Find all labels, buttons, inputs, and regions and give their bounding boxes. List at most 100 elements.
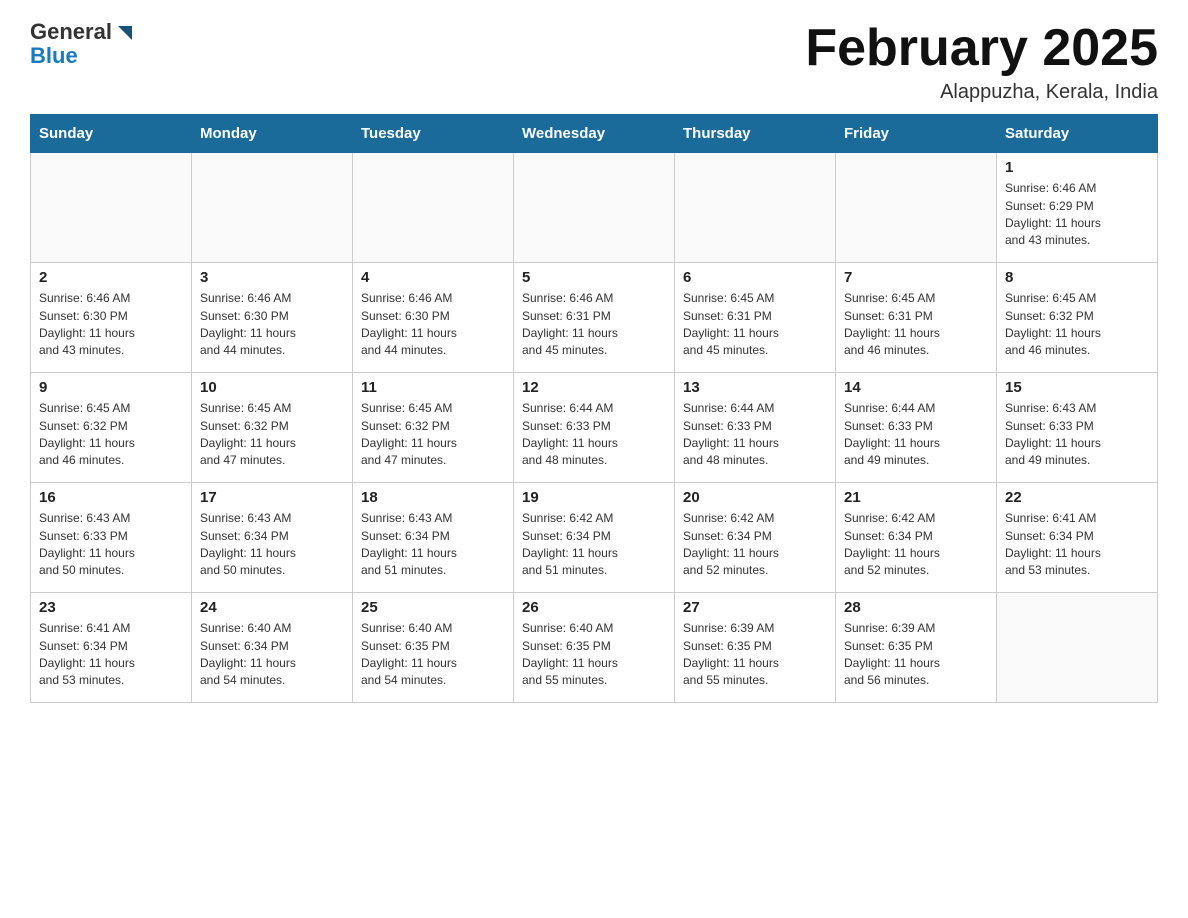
calendar-day-cell <box>514 153 675 263</box>
day-number: 27 <box>683 599 827 616</box>
day-info: Sunrise: 6:44 AM Sunset: 6:33 PM Dayligh… <box>683 400 827 470</box>
calendar-day-cell <box>353 153 514 263</box>
day-of-week-header: Saturday <box>997 115 1158 153</box>
day-info: Sunrise: 6:45 AM Sunset: 6:32 PM Dayligh… <box>361 400 505 470</box>
calendar-day-cell: 25 Sunrise: 6:40 AM Sunset: 6:35 PM Dayli… <box>353 593 514 703</box>
day-number: 26 <box>522 599 666 616</box>
calendar-day-cell: 5 Sunrise: 6:46 AM Sunset: 6:31 PM Daylig… <box>514 263 675 373</box>
calendar-day-cell: 21Sunrise: 6:42 AM Sunset: 6:34 PM Dayli… <box>836 483 997 593</box>
calendar-day-cell: 6 Sunrise: 6:45 AM Sunset: 6:31 PM Daylig… <box>675 263 836 373</box>
day-info: Sunrise: 6:46 AM Sunset: 6:30 PM Dayligh… <box>361 290 505 360</box>
calendar-day-cell: 13 Sunrise: 6:44 AM Sunset: 6:33 PM Dayli… <box>675 373 836 483</box>
day-number: 16 <box>39 489 183 506</box>
day-number: 1 <box>1005 159 1149 176</box>
day-number: 20 <box>683 489 827 506</box>
day-info: Sunrise: 6:45 AM Sunset: 6:31 PM Dayligh… <box>683 290 827 360</box>
day-of-week-header: Friday <box>836 115 997 153</box>
calendar-day-cell: 24 Sunrise: 6:40 AM Sunset: 6:34 PM Dayli… <box>192 593 353 703</box>
calendar-table: SundayMondayTuesdayWednesdayThursdayFrid… <box>30 114 1158 703</box>
day-info: Sunrise: 6:43 AM Sunset: 6:33 PM Dayligh… <box>39 510 183 580</box>
calendar-day-cell: 11 Sunrise: 6:45 AM Sunset: 6:32 PM Dayli… <box>353 373 514 483</box>
day-info: Sunrise: 6:39 AM Sunset: 6:35 PM Dayligh… <box>844 620 988 690</box>
day-number: 28 <box>844 599 988 616</box>
calendar-header: SundayMondayTuesdayWednesdayThursdayFrid… <box>31 115 1158 153</box>
calendar-body: 1Sunrise: 6:46 AM Sunset: 6:29 PM Daylig… <box>31 153 1158 703</box>
day-number: 13 <box>683 379 827 396</box>
day-info: Sunrise: 6:45 AM Sunset: 6:32 PM Dayligh… <box>39 400 183 470</box>
day-number: 2 <box>39 269 183 286</box>
calendar-day-cell <box>31 153 192 263</box>
day-number: 22 <box>1005 489 1149 506</box>
calendar-day-cell: 15 Sunrise: 6:43 AM Sunset: 6:33 PM Dayli… <box>997 373 1158 483</box>
calendar-day-cell: 18 Sunrise: 6:43 AM Sunset: 6:34 PM Dayli… <box>353 483 514 593</box>
day-number: 3 <box>200 269 344 286</box>
day-info: Sunrise: 6:43 AM Sunset: 6:33 PM Dayligh… <box>1005 400 1149 470</box>
location-text: Alappuzha, Kerala, India <box>805 81 1158 104</box>
day-number: 6 <box>683 269 827 286</box>
day-number: 8 <box>1005 269 1149 286</box>
calendar-day-cell: 12Sunrise: 6:44 AM Sunset: 6:33 PM Dayli… <box>514 373 675 483</box>
header-row: SundayMondayTuesdayWednesdayThursdayFrid… <box>31 115 1158 153</box>
day-number: 19 <box>522 489 666 506</box>
calendar-day-cell: 16 Sunrise: 6:43 AM Sunset: 6:33 PM Dayli… <box>31 483 192 593</box>
day-info: Sunrise: 6:44 AM Sunset: 6:33 PM Dayligh… <box>522 400 666 470</box>
calendar-day-cell <box>675 153 836 263</box>
page-header: General Blue February 2025 Alappuzha, Ke… <box>30 20 1158 104</box>
day-info: Sunrise: 6:40 AM Sunset: 6:35 PM Dayligh… <box>361 620 505 690</box>
day-number: 10 <box>200 379 344 396</box>
day-number: 11 <box>361 379 505 396</box>
calendar-week-row: 1Sunrise: 6:46 AM Sunset: 6:29 PM Daylig… <box>31 153 1158 263</box>
calendar-day-cell <box>192 153 353 263</box>
calendar-day-cell: 3 Sunrise: 6:46 AM Sunset: 6:30 PM Daylig… <box>192 263 353 373</box>
calendar-day-cell: 27Sunrise: 6:39 AM Sunset: 6:35 PM Dayli… <box>675 593 836 703</box>
day-info: Sunrise: 6:45 AM Sunset: 6:31 PM Dayligh… <box>844 290 988 360</box>
day-info: Sunrise: 6:40 AM Sunset: 6:34 PM Dayligh… <box>200 620 344 690</box>
calendar-day-cell: 17Sunrise: 6:43 AM Sunset: 6:34 PM Dayli… <box>192 483 353 593</box>
day-number: 4 <box>361 269 505 286</box>
logo-arrow-icon <box>114 22 136 44</box>
calendar-day-cell: 28 Sunrise: 6:39 AM Sunset: 6:35 PM Dayli… <box>836 593 997 703</box>
calendar-day-cell: 10 Sunrise: 6:45 AM Sunset: 6:32 PM Dayli… <box>192 373 353 483</box>
day-number: 21 <box>844 489 988 506</box>
day-info: Sunrise: 6:43 AM Sunset: 6:34 PM Dayligh… <box>200 510 344 580</box>
calendar-day-cell: 23 Sunrise: 6:41 AM Sunset: 6:34 PM Dayli… <box>31 593 192 703</box>
day-number: 25 <box>361 599 505 616</box>
day-number: 9 <box>39 379 183 396</box>
calendar-day-cell: 2Sunrise: 6:46 AM Sunset: 6:30 PM Daylig… <box>31 263 192 373</box>
day-info: Sunrise: 6:41 AM Sunset: 6:34 PM Dayligh… <box>39 620 183 690</box>
calendar-day-cell: 20 Sunrise: 6:42 AM Sunset: 6:34 PM Dayli… <box>675 483 836 593</box>
day-number: 7 <box>844 269 988 286</box>
day-of-week-header: Thursday <box>675 115 836 153</box>
day-of-week-header: Tuesday <box>353 115 514 153</box>
calendar-week-row: 9 Sunrise: 6:45 AM Sunset: 6:32 PM Daylig… <box>31 373 1158 483</box>
day-info: Sunrise: 6:43 AM Sunset: 6:34 PM Dayligh… <box>361 510 505 580</box>
calendar-day-cell: 4 Sunrise: 6:46 AM Sunset: 6:30 PM Daylig… <box>353 263 514 373</box>
calendar-day-cell <box>997 593 1158 703</box>
logo: General Blue <box>30 20 136 68</box>
day-info: Sunrise: 6:40 AM Sunset: 6:35 PM Dayligh… <box>522 620 666 690</box>
day-number: 23 <box>39 599 183 616</box>
calendar-day-cell: 22 Sunrise: 6:41 AM Sunset: 6:34 PM Dayli… <box>997 483 1158 593</box>
day-number: 24 <box>200 599 344 616</box>
day-number: 14 <box>844 379 988 396</box>
calendar-day-cell: 7 Sunrise: 6:45 AM Sunset: 6:31 PM Daylig… <box>836 263 997 373</box>
calendar-week-row: 23 Sunrise: 6:41 AM Sunset: 6:34 PM Dayli… <box>31 593 1158 703</box>
calendar-week-row: 16 Sunrise: 6:43 AM Sunset: 6:33 PM Dayli… <box>31 483 1158 593</box>
calendar-day-cell: 19 Sunrise: 6:42 AM Sunset: 6:34 PM Dayli… <box>514 483 675 593</box>
day-number: 5 <box>522 269 666 286</box>
calendar-day-cell: 14Sunrise: 6:44 AM Sunset: 6:33 PM Dayli… <box>836 373 997 483</box>
day-info: Sunrise: 6:42 AM Sunset: 6:34 PM Dayligh… <box>522 510 666 580</box>
calendar-day-cell: 9 Sunrise: 6:45 AM Sunset: 6:32 PM Daylig… <box>31 373 192 483</box>
title-block: February 2025 Alappuzha, Kerala, India <box>805 20 1158 104</box>
day-info: Sunrise: 6:41 AM Sunset: 6:34 PM Dayligh… <box>1005 510 1149 580</box>
logo-blue-text: Blue <box>30 44 136 68</box>
day-info: Sunrise: 6:45 AM Sunset: 6:32 PM Dayligh… <box>200 400 344 470</box>
day-info: Sunrise: 6:45 AM Sunset: 6:32 PM Dayligh… <box>1005 290 1149 360</box>
day-number: 18 <box>361 489 505 506</box>
day-of-week-header: Wednesday <box>514 115 675 153</box>
day-info: Sunrise: 6:42 AM Sunset: 6:34 PM Dayligh… <box>683 510 827 580</box>
day-number: 15 <box>1005 379 1149 396</box>
day-info: Sunrise: 6:46 AM Sunset: 6:31 PM Dayligh… <box>522 290 666 360</box>
day-info: Sunrise: 6:46 AM Sunset: 6:30 PM Dayligh… <box>200 290 344 360</box>
day-of-week-header: Monday <box>192 115 353 153</box>
